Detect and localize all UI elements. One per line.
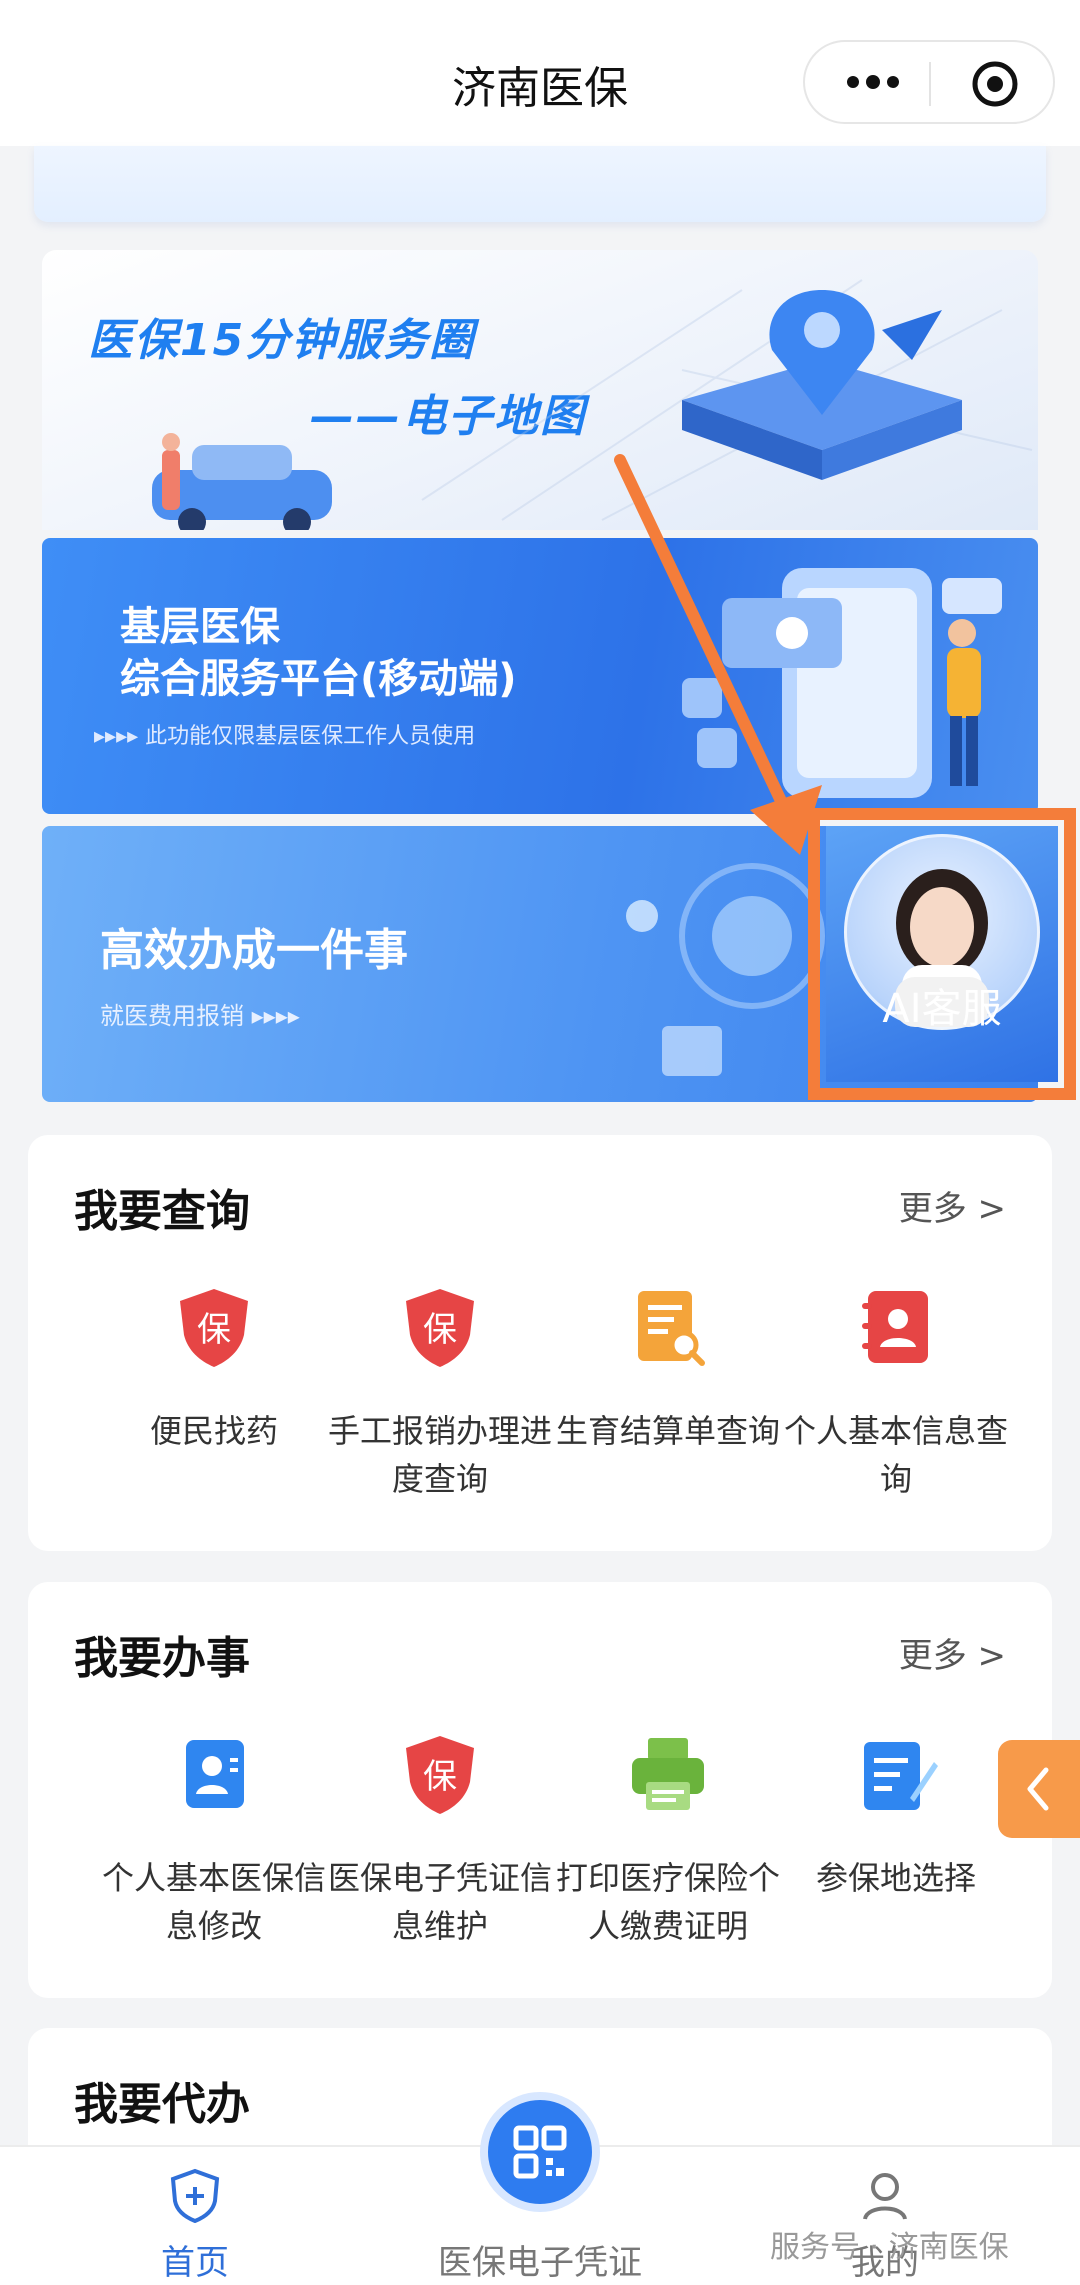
tab-home-label: 首页 bbox=[161, 2243, 229, 2283]
service-label: 个人基本信息查询 bbox=[783, 1412, 1008, 1498]
edit-document-icon bbox=[864, 1742, 938, 1810]
svg-text:保: 保 bbox=[197, 1310, 231, 1350]
service-label: 个人基本医保信息修改 bbox=[101, 1859, 326, 1945]
document-search-icon bbox=[638, 1291, 705, 1366]
service-item-ecard-maintenance[interactable]: 保 医保电子凭证信息维护 bbox=[326, 1732, 554, 1950]
printer-icon bbox=[632, 1738, 704, 1810]
shield-bao-icon: 保 bbox=[406, 1289, 474, 1367]
user-icon bbox=[863, 2173, 907, 2220]
service-item-print-payment-proof[interactable]: 打印医疗保险个人缴费证明 bbox=[554, 1732, 782, 1950]
platform-note: ▸▸▸▸ 此功能仅限基层医保工作人员使用 bbox=[94, 724, 476, 749]
shield-plus-icon bbox=[170, 2168, 220, 2224]
service-item-birth-settlement[interactable]: 生育结算单查询 bbox=[554, 1285, 782, 1455]
chevron-left-icon bbox=[1027, 1767, 1049, 1811]
work-section-title: 我要办事 bbox=[74, 1633, 250, 1684]
efficient-subtitle: 就医费用报销 ▸▸▸▸ bbox=[100, 1002, 300, 1030]
svg-text:保: 保 bbox=[423, 1310, 457, 1350]
shield-bao-icon: 保 bbox=[180, 1289, 248, 1367]
service-item-reimbursement-progress[interactable]: 保 手工报销办理进度查询 bbox=[326, 1285, 554, 1503]
banner-service-map[interactable]: 医保15分钟服务圈 ——电子地图 bbox=[42, 250, 1038, 530]
service-label: 打印医疗保险个人缴费证明 bbox=[555, 1859, 780, 1945]
ai-label: AI客服 bbox=[882, 986, 1002, 1032]
side-expand-tab[interactable] bbox=[998, 1740, 1080, 1838]
service-label: 医保电子凭证信息维护 bbox=[327, 1859, 552, 1945]
id-card-icon bbox=[186, 1740, 244, 1808]
service-label: 参保地选择 bbox=[815, 1859, 976, 1897]
qr-code-icon bbox=[513, 2125, 567, 2179]
work-more-link[interactable]: 更多 > bbox=[899, 1628, 1006, 1677]
agent-section-title: 我要代办 bbox=[74, 2079, 250, 2130]
svg-text:保: 保 bbox=[423, 1757, 457, 1797]
efficient-title: 高效办成一件事 bbox=[100, 925, 408, 976]
close-miniprogram-icon[interactable] bbox=[971, 60, 1019, 108]
shield-bao-icon: 保 bbox=[406, 1736, 474, 1814]
service-item-personal-info-query[interactable]: 个人基本信息查询 bbox=[782, 1285, 1010, 1503]
service-label: 生育结算单查询 bbox=[555, 1412, 780, 1450]
service-item-find-medicine[interactable]: 保 便民找药 bbox=[100, 1285, 328, 1455]
contact-book-icon bbox=[862, 1291, 928, 1363]
service-label: 便民找药 bbox=[149, 1412, 278, 1450]
map-illustration bbox=[152, 279, 1033, 530]
work-section: 我要办事 更多 > 个人基本医保信息修改 保 医保电子凭证信息维护 打印医疗保险… bbox=[28, 1582, 1052, 1998]
top-navigation-bar: 济南医保 bbox=[0, 0, 1080, 146]
ai-customer-service-button[interactable]: AI客服 bbox=[826, 826, 1058, 1082]
more-options-icon[interactable] bbox=[843, 62, 903, 102]
service-label: 手工报销办理进度查询 bbox=[327, 1412, 552, 1498]
banner-grassroots-platform[interactable]: 基层医保 综合服务平台(移动端) ▸▸▸▸ 此功能仅限基层医保工作人员使用 bbox=[42, 538, 1038, 814]
miniprogram-capsule bbox=[803, 40, 1055, 124]
top-card-remnant bbox=[34, 146, 1046, 222]
service-item-insured-location[interactable]: 参保地选择 bbox=[782, 1732, 1010, 1902]
ecard-qr-button[interactable] bbox=[480, 2092, 600, 2212]
tab-home[interactable]: 首页 bbox=[120, 2167, 270, 2284]
query-section-title: 我要查询 bbox=[74, 1186, 250, 1237]
wechat-watermark: 服务号 · 济南医保 bbox=[770, 2230, 1009, 2265]
platform-title-line1: 基层医保 bbox=[120, 604, 280, 650]
platform-title-line2: 综合服务平台(移动端) bbox=[120, 656, 517, 702]
annotation-arrow bbox=[614, 454, 822, 855]
capsule-divider bbox=[929, 62, 931, 106]
query-section: 我要查询 更多 > 保 便民找药 保 手工报销办理进度查询 生育结算单查询 个人… bbox=[28, 1135, 1052, 1551]
service-item-modify-insurance-info[interactable]: 个人基本医保信息修改 bbox=[100, 1732, 328, 1950]
query-more-link[interactable]: 更多 > bbox=[899, 1181, 1006, 1230]
tab-ecard[interactable]: 医保电子凭证 bbox=[400, 2227, 680, 2284]
tab-ecard-label: 医保电子凭证 bbox=[438, 2243, 642, 2283]
